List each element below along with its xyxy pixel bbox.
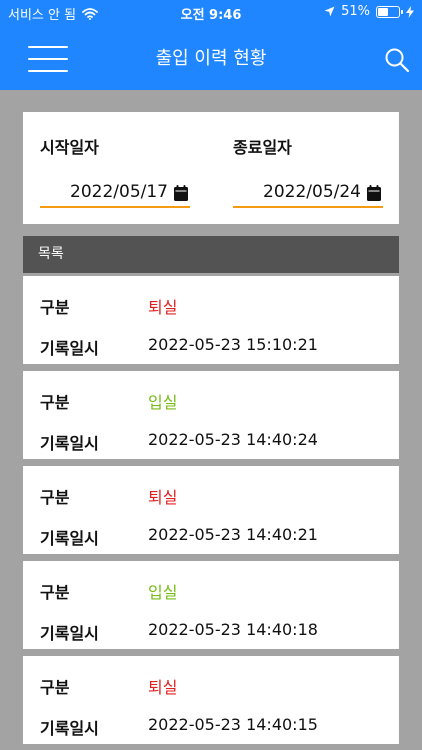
status-bar: 서비스 안 됨 오전 9:46 51% <box>0 0 422 24</box>
type-value: 퇴실 <box>148 298 178 317</box>
time-value: 2022-05-23 14:40:21 <box>148 525 318 544</box>
type-value: 입실 <box>148 393 178 412</box>
list-item[interactable]: 구분 퇴실 기록일시 2022-05-23 14:40:21 <box>23 466 399 554</box>
type-label: 구분 <box>40 583 70 602</box>
time-label: 기록일시 <box>40 624 99 643</box>
calendar-icon[interactable] <box>367 185 381 201</box>
end-date-label: 종료일자 <box>233 138 292 157</box>
end-date-value: 2022/05/24 <box>263 182 361 202</box>
end-date-field[interactable]: 2022/05/24 <box>233 182 383 208</box>
time-label: 기록일시 <box>40 339 99 358</box>
search-icon[interactable] <box>384 47 410 73</box>
start-date-field[interactable]: 2022/05/17 <box>40 182 190 208</box>
calendar-icon[interactable] <box>174 185 188 201</box>
charging-bolt-icon <box>406 5 414 18</box>
time-label: 기록일시 <box>40 434 99 453</box>
type-label: 구분 <box>40 298 70 317</box>
date-filter-card: 시작일자 2022/05/17 종료일자 2022/05/24 <box>23 112 399 224</box>
start-date-label: 시작일자 <box>40 138 99 157</box>
type-value: 퇴실 <box>148 678 178 697</box>
start-date-group: 시작일자 2022/05/17 <box>40 112 210 224</box>
list-item[interactable]: 구분 입실 기록일시 2022-05-23 14:40:24 <box>23 371 399 459</box>
type-label: 구분 <box>40 393 70 412</box>
battery-fill <box>378 7 388 16</box>
battery-icon <box>376 5 403 18</box>
list-item[interactable]: 구분 퇴실 기록일시 2022-05-23 15:10:21 <box>23 276 399 364</box>
type-label: 구분 <box>40 488 70 507</box>
status-right: 51% <box>324 4 414 19</box>
list-item[interactable]: 구분 퇴실 기록일시 2022-05-23 14:40:15 <box>23 656 399 744</box>
time-value: 2022-05-23 14:40:24 <box>148 430 318 449</box>
time-label: 기록일시 <box>40 529 99 548</box>
time-label: 기록일시 <box>40 719 99 738</box>
time-value: 2022-05-23 15:10:21 <box>148 335 318 354</box>
type-value: 입실 <box>148 583 178 602</box>
nav-bar: 출입 이력 현황 <box>0 24 422 90</box>
time-value: 2022-05-23 14:40:15 <box>148 715 318 734</box>
start-date-value: 2022/05/17 <box>70 182 168 202</box>
list-header: 목록 <box>23 236 399 273</box>
menu-line <box>28 70 68 72</box>
battery-percent: 51% <box>341 4 370 19</box>
end-date-group: 종료일자 2022/05/24 <box>233 112 403 224</box>
location-arrow-icon <box>324 6 335 17</box>
type-value: 퇴실 <box>148 488 178 507</box>
list-item[interactable]: 구분 입실 기록일시 2022-05-23 14:40:18 <box>23 561 399 649</box>
type-label: 구분 <box>40 678 70 697</box>
time-value: 2022-05-23 14:40:18 <box>148 620 318 639</box>
page-title: 출입 이력 현황 <box>155 48 267 69</box>
